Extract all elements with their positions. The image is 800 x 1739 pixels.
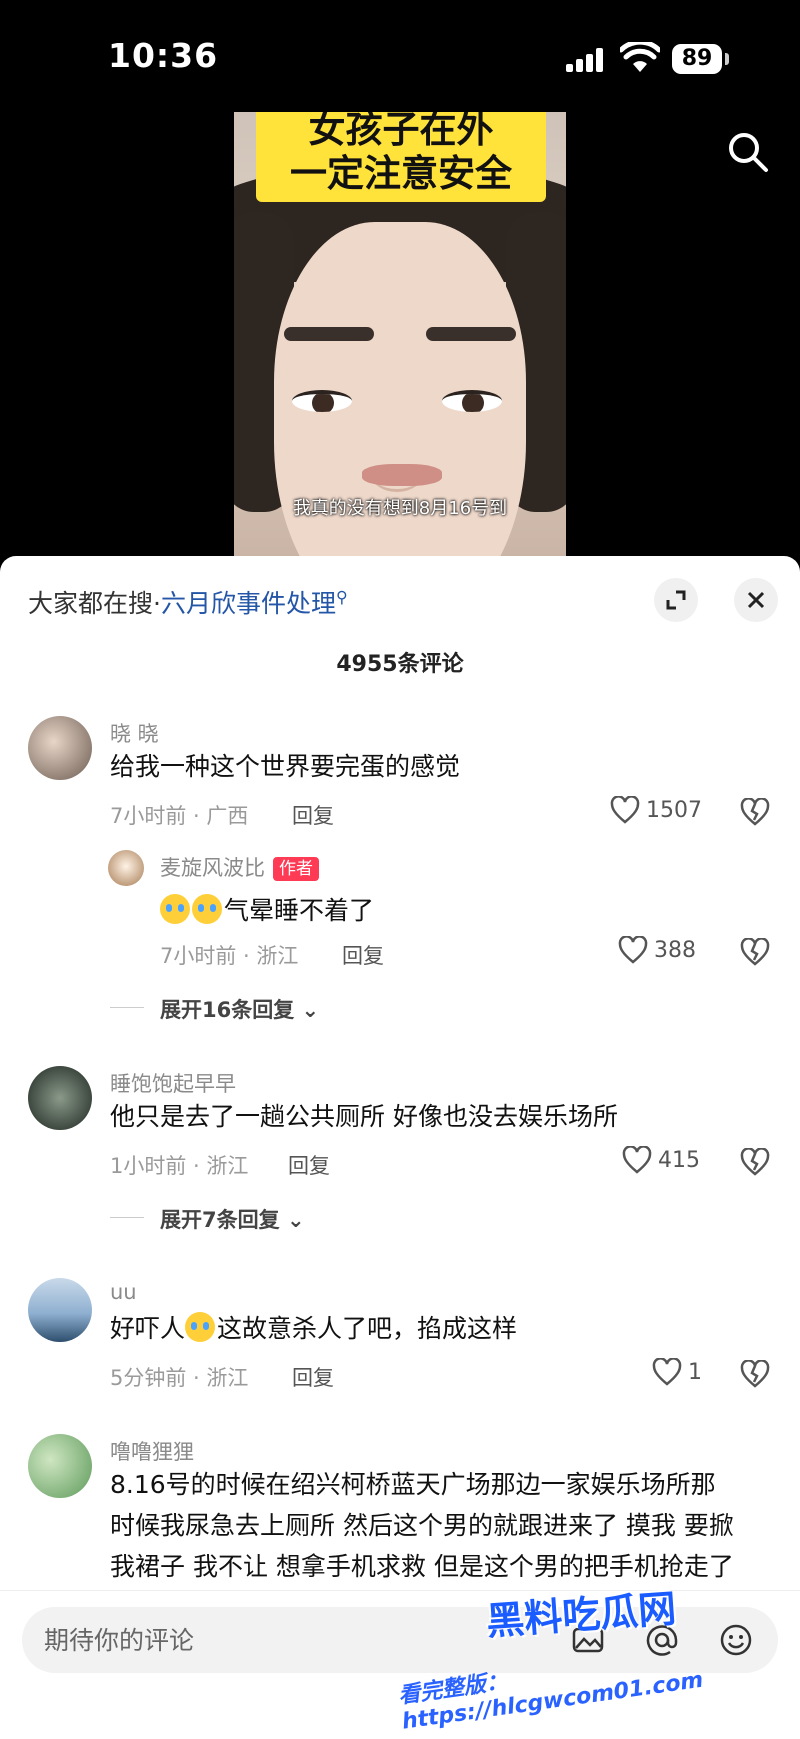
trending-search[interactable]: 大家都在搜·六月欣事件处理⚲ — [28, 584, 348, 620]
broken-heart-icon[interactable] — [740, 1148, 770, 1176]
comment-author[interactable]: 噜噜狸狸 — [110, 1436, 194, 1466]
comment-text-part2: 这故意杀人了吧，掐成这样 — [217, 1314, 518, 1343]
crying-emoji-icon — [160, 894, 190, 924]
expand-sheet-button[interactable] — [654, 578, 698, 622]
status-time: 10:36 — [108, 36, 219, 75]
comment-input[interactable] — [44, 1607, 544, 1673]
cellular-signal-icon — [566, 48, 606, 72]
like-button[interactable]: 1507 — [610, 796, 702, 824]
avatar[interactable] — [28, 1278, 92, 1342]
search-icon[interactable] — [726, 130, 770, 174]
reply-text-content: 气晕睡不着了 — [224, 896, 375, 925]
divider — [110, 1217, 144, 1218]
expand-replies-label: 展开7条回复 — [160, 1208, 280, 1232]
video-frame-brow-right — [426, 327, 516, 341]
video-frame-mouth — [362, 464, 442, 486]
battery-tip — [725, 53, 729, 65]
video-subtitle: 我真的没有想到8月16号到 — [292, 498, 508, 519]
like-button[interactable]: 388 — [618, 936, 696, 964]
video-title-banner: 女孩子在外 一定注意安全 — [256, 112, 546, 202]
author-badge: 作者 — [273, 857, 319, 881]
comment-author[interactable]: 睡饱饱起早早 — [110, 1068, 236, 1098]
comments-sheet: 大家都在搜·六月欣事件处理⚲ 4955条评论 晓 晓 给我一种这个世界要完蛋的感… — [0, 556, 800, 1739]
video-title-line2: 一定注意安全 — [290, 152, 512, 195]
trending-link[interactable]: 六月欣事件处理 — [161, 589, 336, 618]
trending-prefix: 大家都在搜· — [28, 589, 161, 618]
comment-author[interactable]: 晓 晓 — [110, 718, 159, 748]
like-count: 1 — [688, 1359, 702, 1385]
comment-meta: 1小时前 · 浙江 — [110, 1154, 249, 1178]
close-icon — [747, 591, 765, 609]
broken-heart-icon[interactable] — [740, 938, 770, 966]
expand-replies-button[interactable]: 展开7条回复 ⌄ — [160, 1204, 305, 1234]
heart-icon — [622, 1146, 652, 1174]
reply-button[interactable]: 回复 — [292, 1362, 334, 1392]
expand-icon — [666, 590, 686, 610]
reply-author[interactable]: 麦旋风波比 作者 — [160, 852, 319, 882]
comment-meta: 7小时前 · 广西 — [110, 804, 249, 828]
wifi-icon — [620, 42, 660, 72]
expand-replies-button[interactable]: 展开16条回复 ⌄ — [160, 994, 319, 1024]
comment-text: 他只是去了一趟公共厕所 好像也没去娱乐场所 — [110, 1102, 618, 1131]
avatar[interactable] — [28, 1434, 92, 1498]
reply-text: 气晕睡不着了 — [160, 890, 374, 931]
small-search-icon: ⚲ — [335, 587, 348, 607]
like-count: 388 — [654, 937, 696, 963]
expand-replies-label: 展开16条回复 — [160, 998, 295, 1022]
crying-emoji-icon — [185, 1312, 216, 1342]
comment-text-line: 8.16号的时候在绍兴柯桥蓝天广场那边一家娱乐场所那 — [110, 1470, 716, 1499]
comment-text-part1: 好吓人 — [110, 1314, 186, 1343]
heart-icon — [610, 796, 640, 824]
status-bar: 10:36 89 — [0, 0, 800, 110]
comment-text-line: 时候我尿急去上厕所 然后这个男的就跟进来了 摸我 要掀 — [110, 1511, 734, 1540]
reply-button[interactable]: 回复 — [292, 800, 334, 830]
broken-heart-icon[interactable] — [740, 798, 770, 826]
video-title-line1: 女孩子在外 — [308, 112, 494, 151]
divider — [110, 1007, 144, 1008]
comment-text: 8.16号的时候在绍兴柯桥蓝天广场那边一家娱乐场所那 时候我尿急去上厕所 然后这… — [110, 1464, 734, 1587]
comment-text: 给我一种这个世界要完蛋的感觉 — [110, 752, 461, 781]
chevron-down-icon: ⌄ — [301, 998, 320, 1022]
reply-author-name: 麦旋风波比 — [160, 856, 265, 880]
video-frame-brow-left — [284, 327, 374, 341]
reply-button[interactable]: 回复 — [288, 1150, 330, 1180]
chevron-down-icon: ⌄ — [286, 1208, 305, 1232]
like-count: 1507 — [646, 797, 702, 823]
reply-button[interactable]: 回复 — [342, 940, 384, 970]
avatar[interactable] — [28, 1066, 92, 1130]
like-button[interactable]: 1 — [652, 1358, 702, 1386]
reply-meta: 7小时前 · 浙江 — [160, 944, 299, 968]
like-count: 415 — [658, 1147, 700, 1173]
heart-icon — [618, 936, 648, 964]
close-button[interactable] — [734, 578, 778, 622]
battery-indicator: 89 — [672, 44, 722, 74]
heart-icon — [652, 1358, 682, 1386]
broken-heart-icon[interactable] — [740, 1360, 770, 1388]
comment-count: 4955条评论 — [336, 652, 464, 677]
avatar[interactable] — [28, 716, 92, 780]
comment-meta: 5分钟前 · 浙江 — [110, 1366, 249, 1390]
avatar[interactable] — [108, 850, 144, 886]
comment-author[interactable]: uu — [110, 1280, 137, 1304]
comment-text: 好吓人 这故意杀人了吧，掐成这样 — [110, 1308, 517, 1349]
video-player[interactable]: 女孩子在外 一定注意安全 我真的没有想到8月16号到 — [234, 112, 566, 560]
crying-emoji-icon — [192, 894, 222, 924]
video-frame-eye-left — [292, 390, 352, 412]
video-frame-eye-right — [442, 390, 502, 412]
like-button[interactable]: 415 — [622, 1146, 700, 1174]
